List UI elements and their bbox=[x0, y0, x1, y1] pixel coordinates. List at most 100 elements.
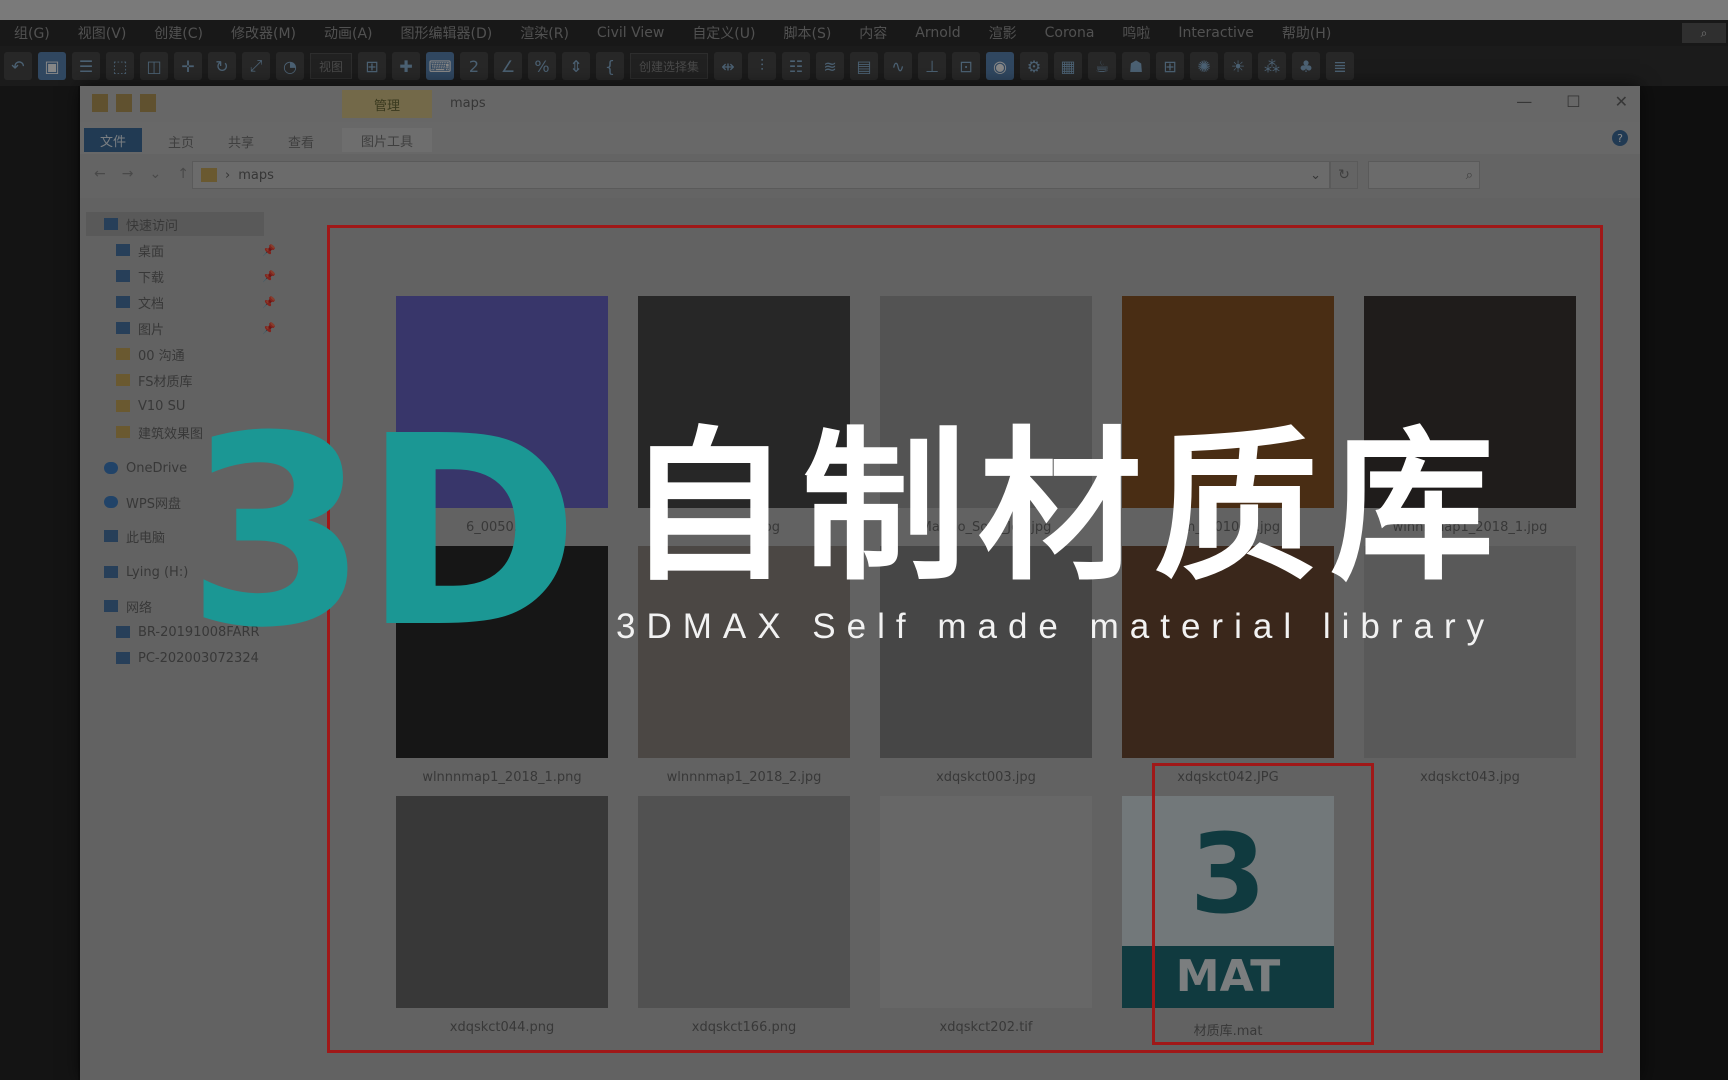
scene-explorer-icon[interactable]: ☷ bbox=[782, 52, 811, 80]
properties-icon[interactable] bbox=[116, 94, 132, 112]
nav-item[interactable]: OneDrive bbox=[104, 456, 187, 480]
nav-item[interactable]: 图片 📌 bbox=[116, 316, 276, 340]
curve-editor-icon[interactable]: ∿ bbox=[884, 52, 913, 80]
menu-item[interactable]: Interactive bbox=[1164, 25, 1267, 41]
folder-icon bbox=[116, 426, 130, 438]
nav-item-label: 00 沟通 bbox=[138, 348, 185, 364]
named-selection-set-dropdown[interactable]: 创建选择集 bbox=[630, 53, 709, 79]
render-production-icon[interactable]: ☕ bbox=[1088, 52, 1117, 80]
menu-item[interactable]: 组(G) bbox=[0, 23, 64, 43]
schematic-view-icon[interactable]: ⊡ bbox=[952, 52, 981, 80]
nav-item-label: Lying (H:) bbox=[126, 564, 189, 580]
new-folder-icon[interactable] bbox=[140, 94, 156, 112]
menu-item[interactable]: 脚本(S) bbox=[769, 23, 845, 43]
close-icon[interactable]: ✕ bbox=[1615, 92, 1628, 111]
tree-icon[interactable]: ♣ bbox=[1292, 52, 1321, 80]
render-setup-icon[interactable]: ⚙ bbox=[1020, 52, 1049, 80]
placement-icon[interactable]: ◔ bbox=[276, 52, 304, 80]
nav-item-label: 下载 bbox=[138, 270, 165, 286]
percent-snap-icon[interactable]: % bbox=[528, 52, 557, 80]
material-editor-icon[interactable]: ◉ bbox=[986, 52, 1015, 80]
nav-item-label: 快速访问 bbox=[126, 218, 179, 234]
address-bar[interactable]: › maps ⌄ bbox=[192, 161, 1330, 189]
refresh-icon[interactable]: ↻ bbox=[1330, 161, 1358, 189]
minimize-icon[interactable]: — bbox=[1516, 92, 1532, 111]
menu-item[interactable]: 视图(V) bbox=[64, 23, 141, 43]
reference-coordinate-dropdown[interactable]: 视图 bbox=[310, 53, 353, 79]
ribbon-tab[interactable]: 查看 bbox=[288, 132, 314, 151]
recent-icon[interactable]: ⌄ bbox=[149, 166, 161, 182]
search-icon[interactable]: ⌕ bbox=[1682, 23, 1726, 43]
tab-picture-tools[interactable]: 图片工具 bbox=[342, 128, 432, 152]
menu-item[interactable]: 自定义(U) bbox=[678, 23, 769, 43]
render-iterative-icon[interactable]: ☗ bbox=[1122, 52, 1151, 80]
window-crossing-icon[interactable]: ◫ bbox=[140, 52, 168, 80]
breadcrumb-maps[interactable]: maps bbox=[238, 168, 274, 183]
nav-item[interactable]: FS材质库 bbox=[116, 368, 193, 392]
nav-item[interactable]: 00 沟通 bbox=[116, 342, 185, 366]
menu-item[interactable]: 帮助(H) bbox=[1268, 23, 1345, 43]
help-icon[interactable]: ? bbox=[1612, 130, 1628, 146]
grid-layout-icon[interactable]: ⊞ bbox=[1156, 52, 1185, 80]
menu-item[interactable]: 修改器(M) bbox=[217, 23, 310, 43]
select-manipulate-icon[interactable]: ✚ bbox=[392, 52, 421, 80]
folder-icon[interactable] bbox=[92, 94, 108, 112]
back-icon[interactable]: ← bbox=[94, 166, 106, 182]
nav-item[interactable]: 网络 bbox=[104, 594, 152, 618]
mirror-icon[interactable]: ⇹ bbox=[714, 52, 743, 80]
sun-icon[interactable]: ☀ bbox=[1224, 52, 1253, 80]
snap-toggle-icon[interactable]: 2 bbox=[460, 52, 489, 80]
nav-item[interactable]: 文档 📌 bbox=[116, 290, 276, 314]
rect-selection-icon[interactable]: ⬚ bbox=[106, 52, 134, 80]
menu-item[interactable]: Arnold bbox=[901, 25, 974, 41]
tab-file[interactable]: 文件 bbox=[84, 128, 142, 152]
align-icon[interactable]: ⫶ bbox=[748, 52, 777, 80]
pivot-icon[interactable]: ⊞ bbox=[358, 52, 387, 80]
menu-item[interactable]: Civil View bbox=[583, 25, 678, 41]
maximize-icon[interactable]: ☐ bbox=[1566, 92, 1580, 111]
folder-icon bbox=[116, 374, 130, 386]
menu-item[interactable]: 创建(C) bbox=[140, 23, 217, 43]
angle-snap-icon[interactable]: ∠ bbox=[494, 52, 523, 80]
render-frame-icon[interactable]: ▦ bbox=[1054, 52, 1083, 80]
computer-icon bbox=[116, 652, 130, 664]
layer-explorer-icon[interactable]: ≋ bbox=[816, 52, 845, 80]
undo-icon[interactable]: ↶ bbox=[4, 52, 32, 80]
menu-item[interactable]: 渲影 bbox=[975, 23, 1031, 43]
menu-item[interactable]: 内容 bbox=[845, 23, 901, 43]
nav-item[interactable]: 快速访问 bbox=[86, 212, 264, 236]
menu-item[interactable]: 图形编辑器(D) bbox=[387, 23, 507, 43]
search-input[interactable]: ⌕ bbox=[1368, 161, 1480, 189]
list-icon[interactable]: ≣ bbox=[1326, 52, 1355, 80]
nav-item[interactable]: V10 SU bbox=[116, 394, 185, 418]
forward-icon[interactable]: → bbox=[122, 166, 134, 182]
select-by-name-icon[interactable]: ☰ bbox=[72, 52, 100, 80]
move-icon[interactable]: ✛ bbox=[174, 52, 202, 80]
desktop-icon bbox=[116, 244, 130, 256]
spinner-snap-icon[interactable]: ⇕ bbox=[562, 52, 591, 80]
nav-item[interactable]: 此电脑 bbox=[104, 524, 165, 548]
tab-manage[interactable]: 管理 bbox=[342, 90, 432, 118]
menu-item[interactable]: 渲染(R) bbox=[506, 23, 583, 43]
menu-item[interactable]: 鸣啦 bbox=[1108, 23, 1164, 43]
keyboard-shortcut-icon[interactable]: ⌨ bbox=[426, 52, 455, 80]
nav-item[interactable]: 下载 📌 bbox=[116, 264, 276, 288]
scatter-icon[interactable]: ⁂ bbox=[1258, 52, 1287, 80]
edit-named-selection-icon[interactable]: { bbox=[596, 52, 625, 80]
menu-item[interactable]: Corona bbox=[1031, 25, 1109, 41]
nav-item[interactable]: WPS网盘 bbox=[104, 490, 181, 514]
rotate-icon[interactable]: ↻ bbox=[208, 52, 236, 80]
ribbon-toggle-icon[interactable]: ▤ bbox=[850, 52, 879, 80]
nav-item[interactable]: Lying (H:) bbox=[104, 560, 188, 584]
dope-sheet-icon[interactable]: ⊥ bbox=[918, 52, 947, 80]
ribbon-tab[interactable]: 主页 bbox=[168, 132, 194, 151]
ribbon-tab[interactable]: 共享 bbox=[228, 132, 254, 151]
download-icon bbox=[116, 270, 130, 282]
chevron-down-icon[interactable]: ⌄ bbox=[1310, 168, 1321, 183]
menu-item[interactable]: 动画(A) bbox=[310, 23, 387, 43]
up-icon[interactable]: ↑ bbox=[177, 166, 189, 182]
scale-icon[interactable]: ⤢ bbox=[242, 52, 270, 80]
nav-item[interactable]: 桌面 📌 bbox=[116, 238, 276, 262]
select-object-icon[interactable]: ▣ bbox=[38, 52, 66, 80]
light-icon[interactable]: ✺ bbox=[1190, 52, 1219, 80]
